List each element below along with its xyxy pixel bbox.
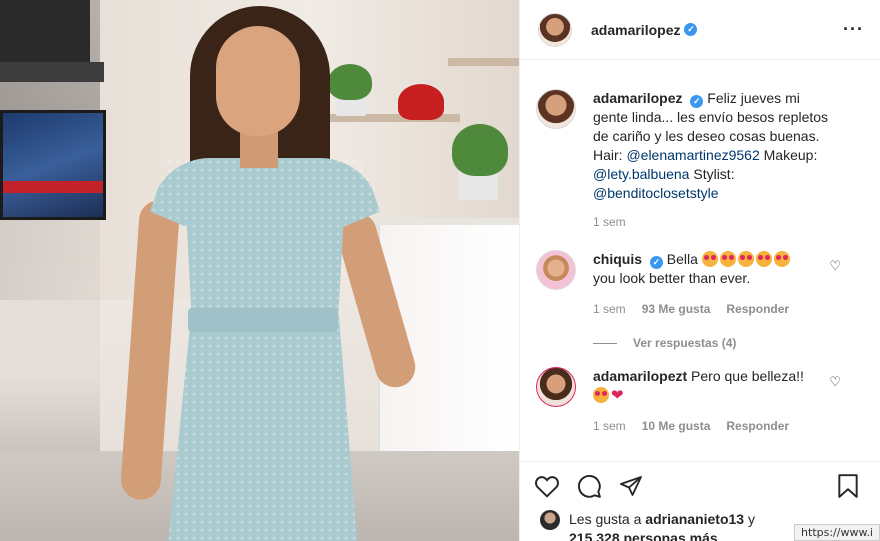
verified-icon: ✓	[684, 23, 698, 36]
emoji-heart-eyes	[593, 387, 611, 403]
comment-time[interactable]: 1 sem	[593, 417, 626, 436]
post-header: adamarilopez ✓ ···	[520, 0, 880, 60]
verified-icon: ✓	[649, 256, 663, 269]
verified-icon: ✓	[690, 95, 704, 108]
comment-time[interactable]: 1 sem	[593, 300, 626, 319]
red-kettle	[398, 84, 444, 120]
liker-username[interactable]: adriananieto13	[645, 511, 744, 527]
likes-count[interactable]: 215.328 personas más	[569, 530, 718, 541]
caption-author[interactable]: adamarilopez	[593, 90, 682, 106]
comment-item: adamarilopezt Pero que belleza!! ❤ 1 sem…	[536, 350, 865, 436]
emoji-heart-eyes	[701, 251, 792, 267]
comment-text-2: you look better than ever.	[593, 270, 751, 286]
author-username[interactable]: adamarilopez	[591, 22, 680, 38]
comment-likes[interactable]: 10 Me gusta	[642, 417, 711, 436]
comments-list[interactable]: adamarilopez ✓ Feliz jueves mi gente lin…	[520, 61, 880, 461]
caption-time[interactable]: 1 sem	[593, 213, 626, 232]
liker-avatar[interactable]	[540, 510, 560, 530]
mention-stylist[interactable]: @benditoclosetstyle	[593, 185, 719, 201]
post-side-panel: adamarilopez ✓ ··· adamarilopez ✓ Feliz …	[519, 0, 880, 541]
reply-button[interactable]: Responder	[726, 300, 789, 319]
author-avatar[interactable]	[538, 12, 572, 47]
likes-summary: Les gusta a adriananieto13 y 215.328 per…	[540, 510, 755, 541]
mention-makeup[interactable]: @lety.balbuena	[593, 166, 689, 182]
studio-monitor	[0, 110, 106, 220]
link-status-bar: https://www.i	[794, 524, 880, 541]
more-icon[interactable]: ···	[843, 19, 864, 40]
bookmark-icon[interactable]	[835, 473, 861, 499]
heart-icon[interactable]	[534, 473, 560, 499]
reply-button[interactable]: Responder	[726, 417, 789, 436]
caption: adamarilopez ✓ Feliz jueves mi gente lin…	[536, 61, 865, 232]
post-photo[interactable]	[0, 0, 519, 541]
comment-icon[interactable]	[576, 473, 602, 499]
comment-item: chiquis ✓ Bella you look better than eve…	[536, 232, 865, 319]
caption-avatar[interactable]	[536, 89, 576, 129]
mention-hair[interactable]: @elenamartinez9562	[626, 147, 759, 163]
share-icon[interactable]	[618, 473, 644, 499]
like-comment-heart-icon[interactable]: ♡	[829, 374, 841, 390]
view-replies-button[interactable]: Ver respuestas (4)	[593, 336, 865, 350]
post-actions-bar	[520, 461, 880, 509]
red-heart-emoji: ❤	[611, 387, 624, 404]
comment-text: Pero que belleza!!	[691, 368, 804, 384]
commenter-avatar[interactable]	[536, 367, 576, 407]
comment-text: Bella	[666, 251, 698, 267]
like-comment-heart-icon[interactable]: ♡	[829, 258, 841, 274]
commenter-username[interactable]: chiquis	[593, 251, 642, 267]
comment-likes[interactable]: 93 Me gusta	[642, 300, 711, 319]
commenter-username[interactable]: adamarilopezt	[593, 368, 687, 384]
commenter-avatar[interactable]	[536, 250, 576, 290]
